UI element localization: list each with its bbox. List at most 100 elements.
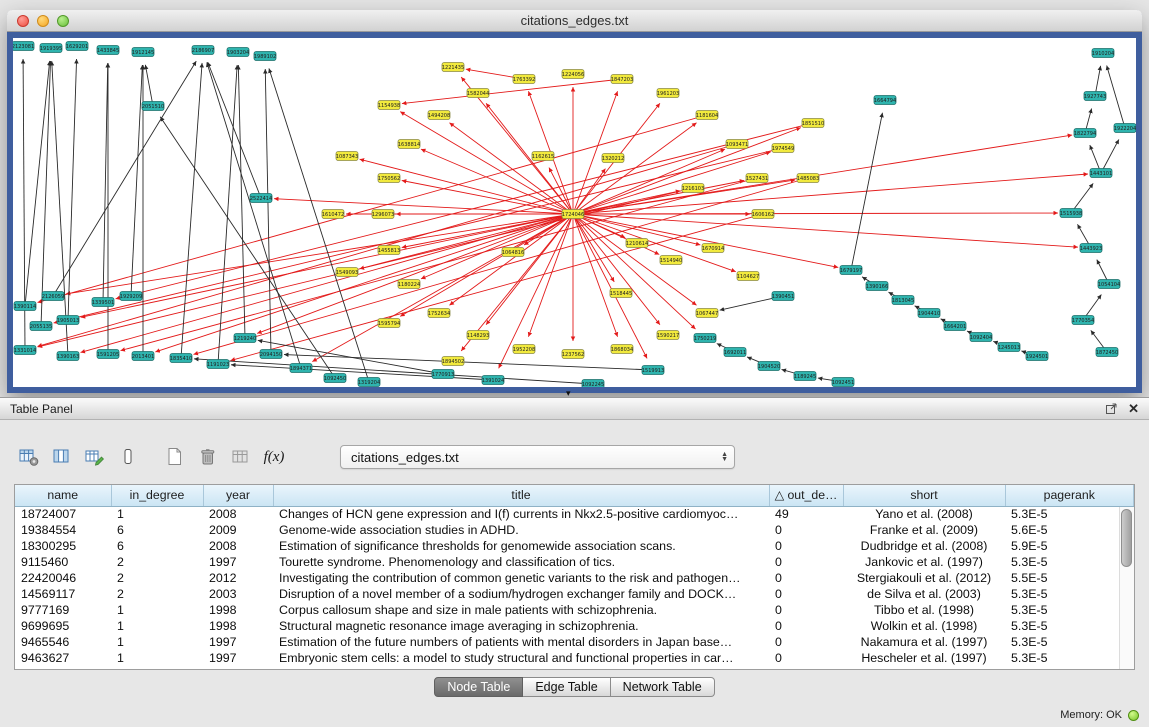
table-cell[interactable]: 1 [111,634,203,650]
graph-node[interactable]: 2055135 [30,322,52,331]
graph-edge[interactable] [851,113,882,270]
table-cell[interactable]: 1 [111,506,203,522]
table-cell[interactable]: 0 [769,618,843,634]
graph-node[interactable]: 2013401 [132,352,154,361]
tab-network-table[interactable]: Network Table [611,677,715,697]
graph-node[interactable]: 1638814 [398,140,420,149]
tab-edge-table[interactable]: Edge Table [523,677,610,697]
graph-edge[interactable] [193,178,808,354]
table-cell[interactable]: 5.3E-5 [1005,618,1134,634]
graph-edge[interactable] [181,63,202,358]
graph-edge[interactable] [573,135,1072,214]
graph-edge[interactable] [274,199,573,214]
table-cell[interactable]: 1997 [203,634,273,650]
window-titlebar[interactable]: citations_edges.txt [7,10,1142,32]
new-table-button[interactable] [162,444,188,470]
table-cell[interactable]: 5.9E-5 [1005,538,1134,554]
table-cell[interactable]: 0 [769,634,843,650]
graph-node[interactable]: 1519913 [642,366,664,375]
table-cell[interactable]: Estimation of the future numbers of pati… [273,634,769,650]
graph-edge[interactable] [218,65,237,364]
graph-node[interactable]: 1219240 [234,334,256,343]
graph-node[interactable]: 1868034 [611,345,633,354]
graph-edge[interactable] [573,214,838,267]
table-row[interactable]: 946554611997Estimation of the future num… [15,634,1134,650]
graph-edge[interactable] [131,65,142,296]
graph-node[interactable]: 1237562 [562,350,584,359]
table-cell[interactable]: 2008 [203,506,273,522]
column-header-in-degree[interactable]: in_degree [111,485,203,506]
column-header-year[interactable]: year [203,485,273,506]
graph-node[interactable]: 1455813 [378,246,400,255]
graph-node[interactable]: 1390114 [14,302,36,311]
graph-node[interactable]: 1549093 [336,268,358,277]
graph-node[interactable]: 1919395 [40,44,62,53]
table-cell[interactable]: 2012 [203,570,273,586]
graph-node[interactable]: 1679197 [840,266,862,275]
graph-edge[interactable] [573,180,744,214]
graph-node[interactable]: 1872450 [1096,348,1118,357]
graph-node[interactable]: 1514940 [660,256,682,265]
graph-node[interactable]: 1904520 [758,362,780,371]
table-cell[interactable]: 0 [769,554,843,570]
graph-edge[interactable] [573,213,1058,214]
table-cell[interactable]: Tibbo et al. (1998) [843,602,1005,618]
table-row[interactable]: 977716911998Corpus callosum shape and si… [15,602,1134,618]
graph-node[interactable]: 1296073 [372,210,394,219]
table-row[interactable]: 1938455462009Genome-wide association stu… [15,522,1134,538]
table-cell[interactable]: 2008 [203,538,273,554]
table-cell[interactable]: 1 [111,602,203,618]
graph-node[interactable]: 1515938 [1060,209,1082,218]
column-header-short[interactable]: short [843,485,1005,506]
table-cell[interactable]: 2 [111,586,203,602]
graph-node[interactable]: 1092245 [582,380,604,388]
graph-node[interactable]: 1752634 [428,309,450,318]
graph-node[interactable]: 1104627 [737,272,759,281]
graph-node[interactable]: 1221435 [442,63,464,72]
graph-node[interactable]: 1724046 [562,210,584,219]
graph-node[interactable]: 1961203 [657,89,679,98]
table-cell[interactable]: Investigating the contribution of common… [273,570,769,586]
graph-node[interactable]: 1929209 [120,292,142,301]
graph-node[interactable]: 2186907 [192,46,214,55]
graph-edge[interactable] [421,214,573,279]
graph-edge[interactable] [573,214,618,337]
table-cell[interactable]: 0 [769,570,843,586]
graph-node[interactable]: 1894371 [290,364,312,373]
table-cell[interactable]: 18724007 [15,506,111,522]
table-cell[interactable]: 9115460 [15,554,111,570]
table-cell[interactable]: 2009 [203,522,273,538]
close-window-button[interactable] [17,15,29,27]
table-cell[interactable]: 18300295 [15,538,111,554]
graph-node[interactable]: 1092450 [324,374,346,383]
graph-node[interactable]: 1606162 [752,210,774,219]
table-cell[interactable]: 2003 [203,586,273,602]
graph-node[interactable]: 1905013 [57,316,79,325]
table-mode-button[interactable] [16,444,42,470]
graph-node[interactable]: 1813045 [892,296,914,305]
graph-edge[interactable] [402,180,573,214]
table-cell[interactable]: de Silva et al. (2003) [843,586,1005,602]
graph-node[interactable]: 1390166 [866,282,888,291]
graph-node[interactable]: 1390451 [772,292,794,301]
graph-node[interactable]: 1847203 [611,75,633,84]
table-cell[interactable]: Tourette syndrome. Phenomenology and cla… [273,554,769,570]
table-cell[interactable]: Wolkin et al. (1998) [843,618,1005,634]
table-cell[interactable]: 1997 [203,650,273,666]
table-cell[interactable]: 2 [111,570,203,586]
graph-edge[interactable] [81,214,573,317]
import-table-button[interactable] [228,444,254,470]
table-row[interactable]: 2242004622012Investigating the contribut… [15,570,1134,586]
graph-node[interactable]: 1903204 [227,48,249,57]
panel-splitter-grip[interactable]: ▾ [566,389,571,398]
graph-node[interactable]: 1770913 [432,370,454,379]
column-header-pagerank[interactable]: pagerank [1005,485,1134,506]
graph-node[interactable]: 1692011 [724,348,746,357]
graph-node[interactable]: 1092404 [970,333,992,342]
table-cell[interactable]: 19384554 [15,522,111,538]
graph-node[interactable]: 1210614 [626,239,648,248]
graph-node[interactable]: 1087343 [336,152,358,161]
table-cell[interactable]: 9699695 [15,618,111,634]
graph-node[interactable]: 1162615 [532,152,554,161]
table-cell[interactable]: 9463627 [15,650,111,666]
